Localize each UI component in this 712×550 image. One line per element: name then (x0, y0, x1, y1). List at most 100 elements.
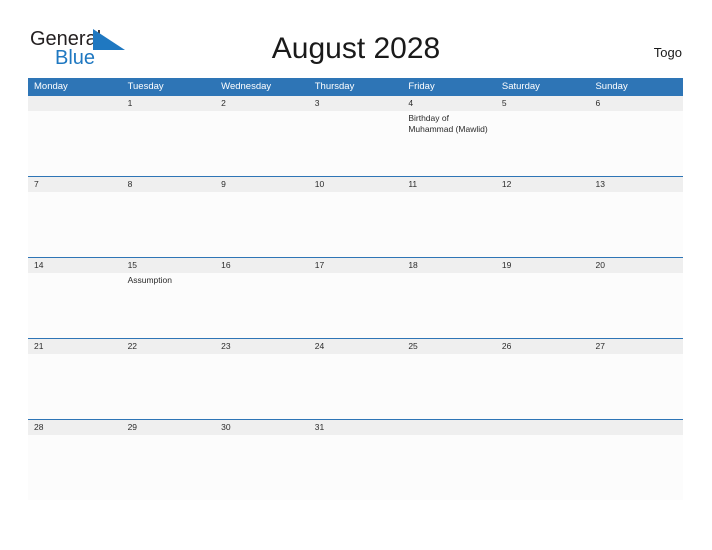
day-cell[interactable] (215, 111, 309, 176)
day-cell[interactable] (496, 354, 590, 419)
day-number[interactable]: 6 (589, 96, 683, 111)
day-cell[interactable] (28, 435, 122, 500)
week-date-band: 28 29 30 31 (28, 419, 683, 435)
day-cell[interactable] (309, 192, 403, 257)
day-number[interactable]: 18 (402, 258, 496, 273)
holiday-event: Assumption (127, 275, 172, 285)
day-number[interactable]: 1 (122, 96, 216, 111)
day-number[interactable] (589, 420, 683, 435)
day-cell[interactable] (589, 192, 683, 257)
day-number[interactable]: 19 (496, 258, 590, 273)
day-number[interactable]: 26 (496, 339, 590, 354)
week-date-band: 21 22 23 24 25 26 27 (28, 338, 683, 354)
day-cell[interactable] (402, 192, 496, 257)
day-cell[interactable] (122, 354, 216, 419)
day-cell[interactable] (215, 192, 309, 257)
day-number[interactable]: 4 (402, 96, 496, 111)
calendar-week-row: 28 29 30 31 (28, 419, 683, 500)
country-label: Togo (653, 45, 682, 60)
calendar-week-row: 1 2 3 4 5 6 Birthday of Muhammad (Mawlid… (28, 95, 683, 176)
day-number[interactable] (496, 420, 590, 435)
day-number[interactable]: 27 (589, 339, 683, 354)
day-number[interactable]: 20 (589, 258, 683, 273)
weekday-friday: Friday (408, 81, 435, 92)
weekday-sunday: Sunday (595, 81, 628, 92)
day-number[interactable]: 25 (402, 339, 496, 354)
day-cell[interactable] (496, 435, 590, 500)
day-number[interactable]: 7 (28, 177, 122, 192)
week-events-row (28, 192, 683, 257)
page-title: August 2028 (271, 32, 441, 65)
day-number[interactable]: 9 (215, 177, 309, 192)
calendar-page: General Blue August 2028 Togo Monday Tue… (0, 0, 712, 550)
day-cell[interactable]: Birthday of Muhammad (Mawlid) (402, 111, 496, 176)
day-number[interactable]: 24 (309, 339, 403, 354)
day-cell[interactable] (402, 435, 496, 500)
calendar-week-row: 21 22 23 24 25 26 27 (28, 338, 683, 419)
day-cell[interactable] (122, 111, 216, 176)
day-number[interactable]: 2 (215, 96, 309, 111)
day-number[interactable]: 11 (402, 177, 496, 192)
day-number[interactable]: 29 (122, 420, 216, 435)
week-events-row (28, 435, 683, 500)
day-cell[interactable] (402, 273, 496, 338)
day-cell[interactable] (122, 435, 216, 500)
weekday-header-row: Monday Tuesday Wednesday Thursday Friday… (28, 78, 683, 95)
day-cell[interactable] (28, 111, 122, 176)
day-number[interactable] (28, 96, 122, 111)
day-cell[interactable] (309, 435, 403, 500)
day-number[interactable]: 16 (215, 258, 309, 273)
week-date-band: 1 2 3 4 5 6 (28, 95, 683, 111)
day-number[interactable] (402, 420, 496, 435)
day-cell[interactable] (589, 111, 683, 176)
day-number[interactable]: 28 (28, 420, 122, 435)
weekday-thursday: Thursday (314, 81, 355, 92)
day-number[interactable]: 10 (309, 177, 403, 192)
day-number[interactable]: 5 (496, 96, 590, 111)
day-cell[interactable] (215, 354, 309, 419)
day-cell[interactable] (496, 192, 590, 257)
day-cell[interactable] (309, 354, 403, 419)
day-cell[interactable] (496, 273, 590, 338)
day-cell[interactable] (309, 273, 403, 338)
calendar-week-row: 7 8 9 10 11 12 13 (28, 176, 683, 257)
day-cell[interactable] (589, 273, 683, 338)
day-number[interactable]: 15 (122, 258, 216, 273)
weekday-monday: Monday (34, 81, 68, 92)
week-events-row: Assumption (28, 273, 683, 338)
day-number[interactable]: 3 (309, 96, 403, 111)
weekday-saturday: Saturday (501, 81, 540, 92)
day-number[interactable]: 31 (309, 420, 403, 435)
calendar-grid: Monday Tuesday Wednesday Thursday Friday… (28, 78, 683, 500)
day-cell[interactable] (496, 111, 590, 176)
day-cell[interactable] (28, 273, 122, 338)
day-number[interactable]: 17 (309, 258, 403, 273)
day-number[interactable]: 23 (215, 339, 309, 354)
week-events-row (28, 354, 683, 419)
day-cell[interactable] (215, 273, 309, 338)
day-cell[interactable] (122, 192, 216, 257)
weekday-tuesday: Tuesday (127, 81, 164, 92)
holiday-event: Birthday of Muhammad (Mawlid) (408, 113, 488, 134)
day-cell[interactable] (589, 435, 683, 500)
day-number[interactable]: 14 (28, 258, 122, 273)
weekday-wednesday: Wednesday (221, 81, 272, 92)
day-cell[interactable] (215, 435, 309, 500)
day-cell[interactable] (28, 354, 122, 419)
day-cell[interactable]: Assumption (122, 273, 216, 338)
page-header: General Blue August 2028 Togo (0, 0, 712, 69)
day-cell[interactable] (589, 354, 683, 419)
day-cell[interactable] (309, 111, 403, 176)
day-number[interactable]: 21 (28, 339, 122, 354)
week-date-band: 7 8 9 10 11 12 13 (28, 176, 683, 192)
day-number[interactable]: 22 (122, 339, 216, 354)
calendar-week-row: 14 15 16 17 18 19 20 Assumption (28, 257, 683, 338)
day-number[interactable]: 13 (589, 177, 683, 192)
day-number[interactable]: 8 (122, 177, 216, 192)
day-cell[interactable] (402, 354, 496, 419)
day-number[interactable]: 30 (215, 420, 309, 435)
day-number[interactable]: 12 (496, 177, 590, 192)
week-events-row: Birthday of Muhammad (Mawlid) (28, 111, 683, 176)
week-date-band: 14 15 16 17 18 19 20 (28, 257, 683, 273)
day-cell[interactable] (28, 192, 122, 257)
